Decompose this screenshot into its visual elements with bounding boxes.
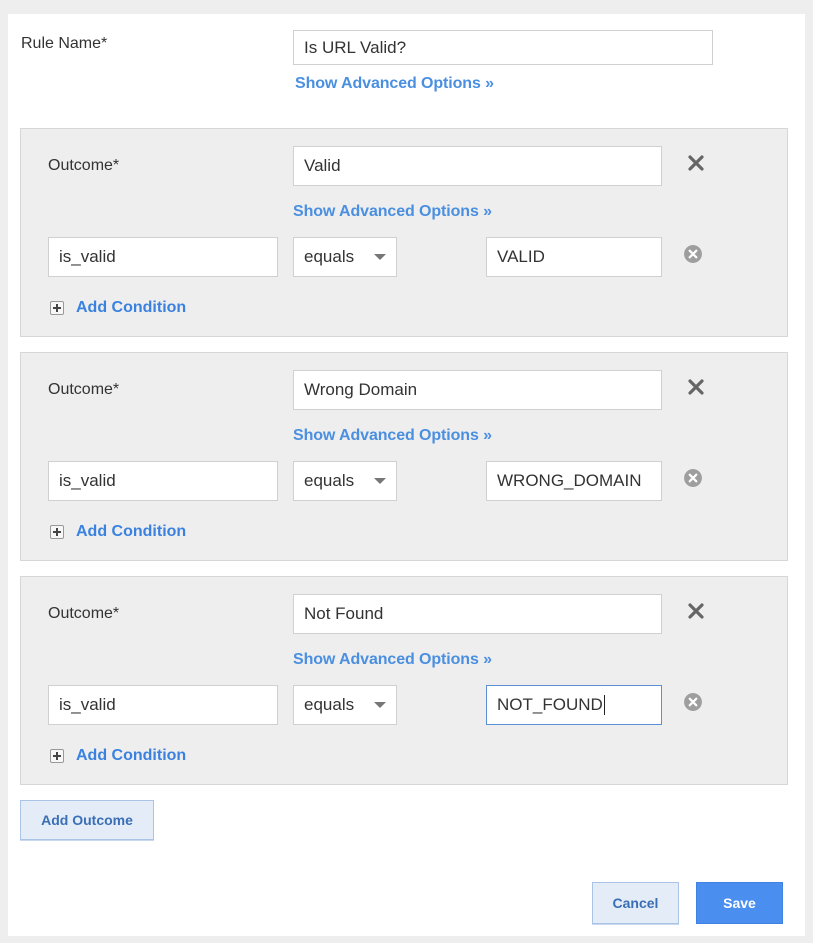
outcome-name-value: Wrong Domain: [304, 380, 418, 399]
caret-down-icon: [374, 702, 386, 708]
outcome-name-value: Not Found: [304, 604, 384, 623]
condition-operator-select[interactable]: equals: [293, 237, 397, 277]
condition-field-input[interactable]: is_valid: [48, 237, 278, 277]
outcome-card: Outcome* Valid Show Advanced Options » i…: [20, 128, 788, 337]
add-condition-button[interactable]: Add Condition: [50, 747, 186, 765]
condition-field-input[interactable]: is_valid: [48, 685, 278, 725]
rule-editor-panel: Rule Name* Is URL Valid? Show Advanced O…: [8, 14, 805, 936]
add-outcome-button[interactable]: Add Outcome: [20, 800, 154, 840]
caret-down-icon: [374, 478, 386, 484]
condition-value-text: WRONG_DOMAIN: [497, 471, 642, 490]
outcome-name-value: Valid: [304, 156, 341, 175]
rule-show-advanced-link[interactable]: Show Advanced Options »: [295, 75, 494, 93]
outcome-show-advanced-link[interactable]: Show Advanced Options »: [293, 427, 492, 445]
outcome-card: Outcome* Not Found Show Advanced Options…: [20, 576, 788, 785]
circle-close-icon[interactable]: [684, 469, 702, 487]
add-condition-button[interactable]: Add Condition: [50, 523, 186, 541]
add-condition-label: Add Condition: [76, 299, 187, 316]
condition-field-input[interactable]: is_valid: [48, 461, 278, 501]
circle-close-icon[interactable]: [684, 245, 702, 263]
close-x-icon[interactable]: [686, 601, 706, 621]
condition-operator-value: equals: [304, 247, 355, 266]
rule-name-value: Is URL Valid?: [304, 37, 407, 57]
plus-square-icon: [50, 749, 64, 763]
condition-value-input[interactable]: NOT_FOUND: [486, 685, 662, 725]
outcome-name-input[interactable]: Valid: [293, 146, 662, 186]
outcome-show-advanced-link[interactable]: Show Advanced Options »: [293, 651, 492, 669]
add-condition-label: Add Condition: [76, 523, 187, 540]
close-x-icon[interactable]: [686, 377, 706, 397]
condition-field-value: is_valid: [59, 247, 116, 266]
circle-close-icon[interactable]: [684, 693, 702, 711]
condition-operator-value: equals: [304, 471, 355, 490]
outcome-name-input[interactable]: Not Found: [293, 594, 662, 634]
add-condition-button[interactable]: Add Condition: [50, 299, 186, 317]
outcome-card: Outcome* Wrong Domain Show Advanced Opti…: [20, 352, 788, 561]
caret-down-icon: [374, 254, 386, 260]
condition-field-value: is_valid: [59, 695, 116, 714]
condition-value-input[interactable]: WRONG_DOMAIN: [486, 461, 662, 501]
condition-operator-value: equals: [304, 695, 355, 714]
save-button[interactable]: Save: [696, 882, 783, 924]
outcome-show-advanced-link[interactable]: Show Advanced Options »: [293, 203, 492, 221]
plus-square-icon: [50, 525, 64, 539]
outcome-label: Outcome*: [48, 381, 120, 398]
condition-operator-select[interactable]: equals: [293, 685, 397, 725]
rule-name-label: Rule Name*: [21, 35, 108, 52]
condition-value-text: NOT_FOUND: [497, 695, 603, 714]
condition-value-input[interactable]: VALID: [486, 237, 662, 277]
condition-field-value: is_valid: [59, 471, 116, 490]
rule-name-input[interactable]: Is URL Valid?: [293, 30, 713, 65]
outcome-name-input[interactable]: Wrong Domain: [293, 370, 662, 410]
outcome-label: Outcome*: [48, 605, 120, 622]
plus-square-icon: [50, 301, 64, 315]
close-x-icon[interactable]: [686, 153, 706, 173]
condition-value-text: VALID: [497, 247, 545, 266]
outcome-label: Outcome*: [48, 157, 120, 174]
text-caret: [603, 695, 605, 715]
condition-operator-select[interactable]: equals: [293, 461, 397, 501]
cancel-button[interactable]: Cancel: [592, 882, 679, 924]
add-condition-label: Add Condition: [76, 747, 187, 764]
